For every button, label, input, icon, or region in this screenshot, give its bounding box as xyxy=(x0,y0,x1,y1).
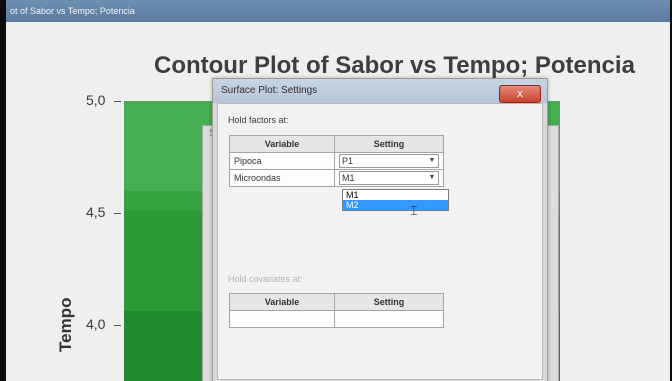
dropdown-option-selected[interactable]: M2 xyxy=(343,200,448,210)
screen: ot of Sabor vs Tempo; Potencia Contour P… xyxy=(6,0,670,381)
microondas-setting-select[interactable]: M1 ▼ xyxy=(339,171,439,185)
y-tick-label: 4,5 xyxy=(86,204,106,220)
column-header-setting: Setting xyxy=(334,293,444,311)
y-tick-mark xyxy=(114,325,121,326)
hold-covariates-table: Variable Setting xyxy=(229,293,444,328)
hold-factors-table: Variable Setting Pipoca P1 ▼ Microondas xyxy=(229,135,444,187)
hold-covariates-label: Hold covariates at: xyxy=(228,274,303,284)
empty-cell xyxy=(334,310,444,328)
y-tick-label: 5,0 xyxy=(86,92,106,108)
y-axis-label: Tempo xyxy=(56,297,75,352)
window-title: ot of Sabor vs Tempo; Potencia xyxy=(10,6,135,16)
table-row: Microondas M1 ▼ xyxy=(229,169,444,187)
column-header-setting: Setting xyxy=(334,135,444,153)
column-header-variable: Variable xyxy=(229,293,335,311)
dropdown-option[interactable]: M1 xyxy=(343,190,448,200)
dialog-body: Hold factors at: Variable Setting Pipoca… xyxy=(217,103,543,380)
close-button[interactable]: x xyxy=(499,85,541,103)
mouse-cursor-icon: ⌶ xyxy=(410,203,418,218)
chevron-down-icon[interactable]: ▼ xyxy=(427,173,437,183)
close-icon: x xyxy=(517,88,523,100)
select-value: M1 xyxy=(342,173,355,183)
setting-cell: P1 ▼ xyxy=(334,152,444,170)
y-tick-mark xyxy=(114,101,121,102)
select-value: P1 xyxy=(342,156,354,166)
dialog-title: Surface Plot: Settings xyxy=(221,85,318,96)
variable-cell: Pipoca xyxy=(229,152,335,170)
microondas-dropdown-list[interactable]: M1 M2 xyxy=(342,189,449,211)
surface-plot-settings-dialog: Surface Plot: Settings x Hold factors at… xyxy=(212,78,548,381)
setting-cell: M1 ▼ xyxy=(334,169,444,187)
chevron-down-icon[interactable]: ▼ xyxy=(427,156,437,166)
y-tick-label: 4,0 xyxy=(86,316,106,332)
pipoca-setting-select[interactable]: P1 ▼ xyxy=(339,154,439,168)
dialog-titlebar[interactable]: Surface Plot: Settings x xyxy=(213,79,547,103)
table-row xyxy=(229,310,444,328)
hold-factors-label: Hold factors at: xyxy=(228,115,289,125)
window-titlebar: ot of Sabor vs Tempo; Potencia xyxy=(6,0,670,22)
column-header-variable: Variable xyxy=(229,135,335,153)
chart-title: Contour Plot of Sabor vs Tempo; Potencia xyxy=(154,52,635,79)
y-tick-mark xyxy=(114,213,121,214)
variable-cell: Microondas xyxy=(229,169,335,187)
empty-cell xyxy=(229,310,335,328)
table-row: Pipoca P1 ▼ xyxy=(229,152,444,170)
